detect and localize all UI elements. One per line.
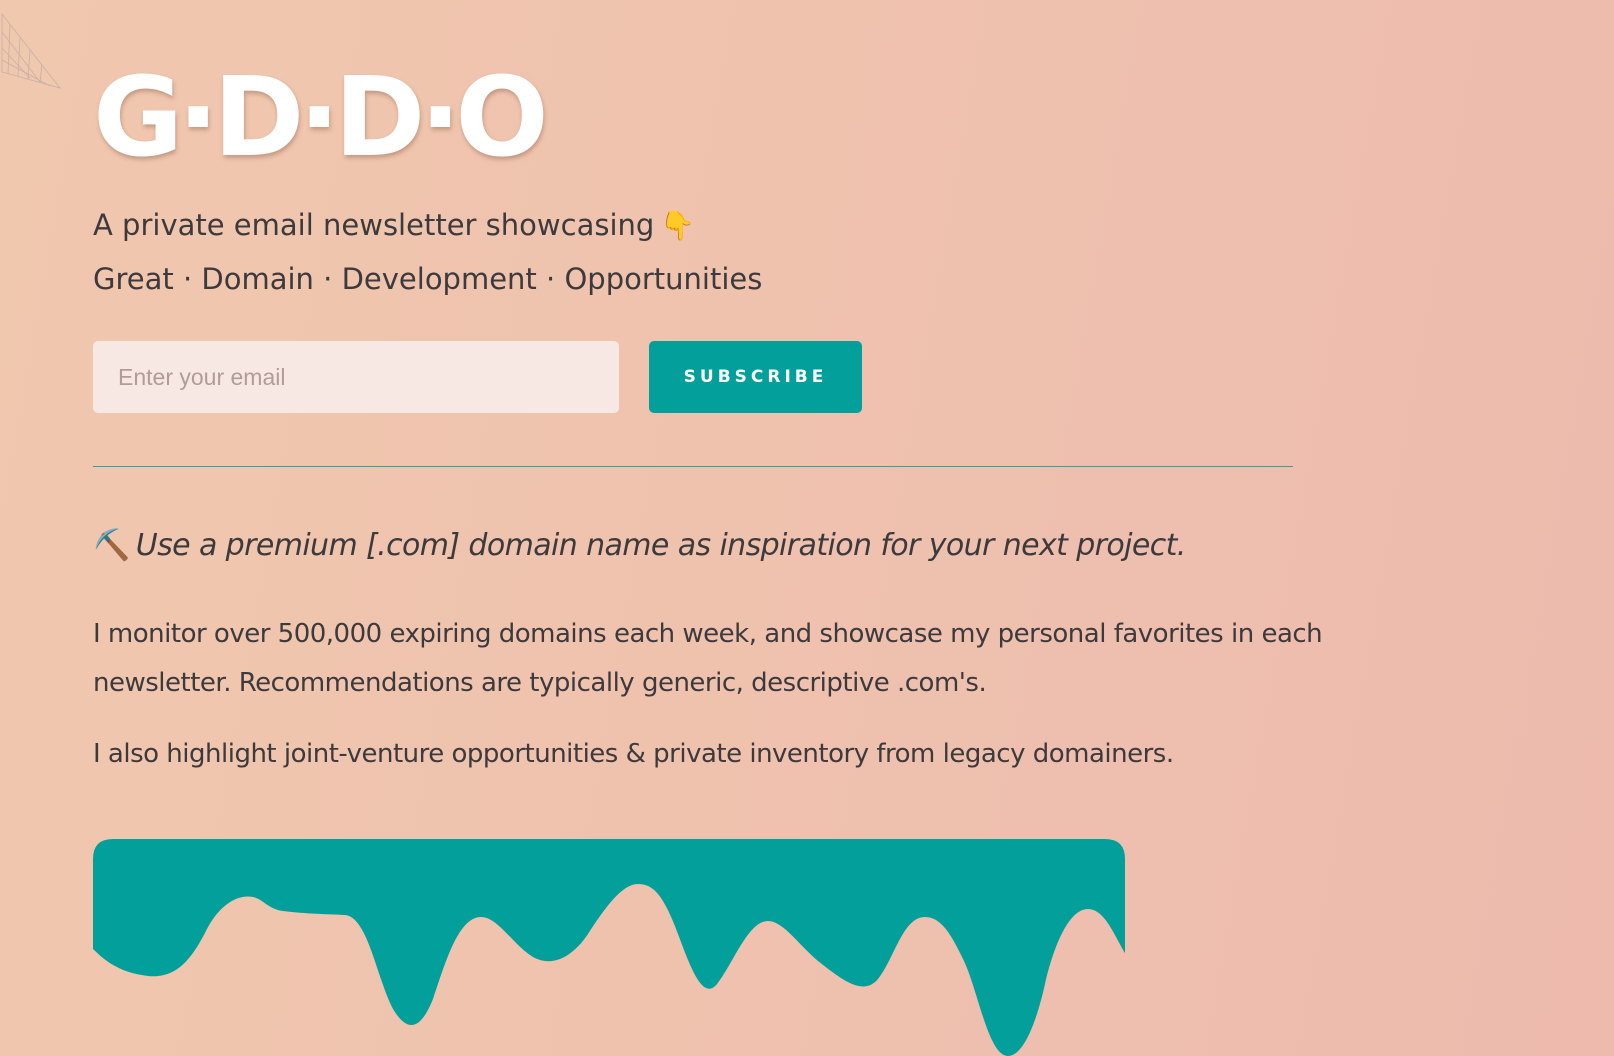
teal-drip-banner: [93, 839, 1125, 1056]
wireframe-pyramid-icon: [1, 12, 62, 89]
email-input[interactable]: [93, 341, 619, 413]
subscribe-form: SUBSCRIBE: [93, 341, 863, 413]
pitch-text: Use a premium [.com] domain name as insp…: [135, 528, 1187, 563]
drip-path: [93, 839, 1125, 1056]
tagline-line-2: Great · Domain · Development · Opportuni…: [93, 262, 763, 296]
drip-shape: [93, 839, 1125, 1056]
pitch-headline: ⛏️ Use a premium [.com] domain name as in…: [93, 522, 1186, 570]
description-paragraph-1: I monitor over 500,000 expiring domains …: [93, 619, 1323, 698]
pickaxe-icon: ⛏️: [93, 528, 130, 563]
pointing-down-hand-icon: 👇: [660, 209, 696, 242]
subscribe-button[interactable]: SUBSCRIBE: [649, 341, 862, 413]
section-divider: [93, 466, 1293, 467]
tagline-line-1: A private email newsletter showcasing 👇: [93, 200, 695, 251]
logo-wordmark: G·D·D·O: [93, 53, 549, 181]
tagline-text: A private email newsletter showcasing: [93, 208, 655, 242]
description-paragraph-2: I also highlight joint-venture opportuni…: [93, 739, 1174, 769]
